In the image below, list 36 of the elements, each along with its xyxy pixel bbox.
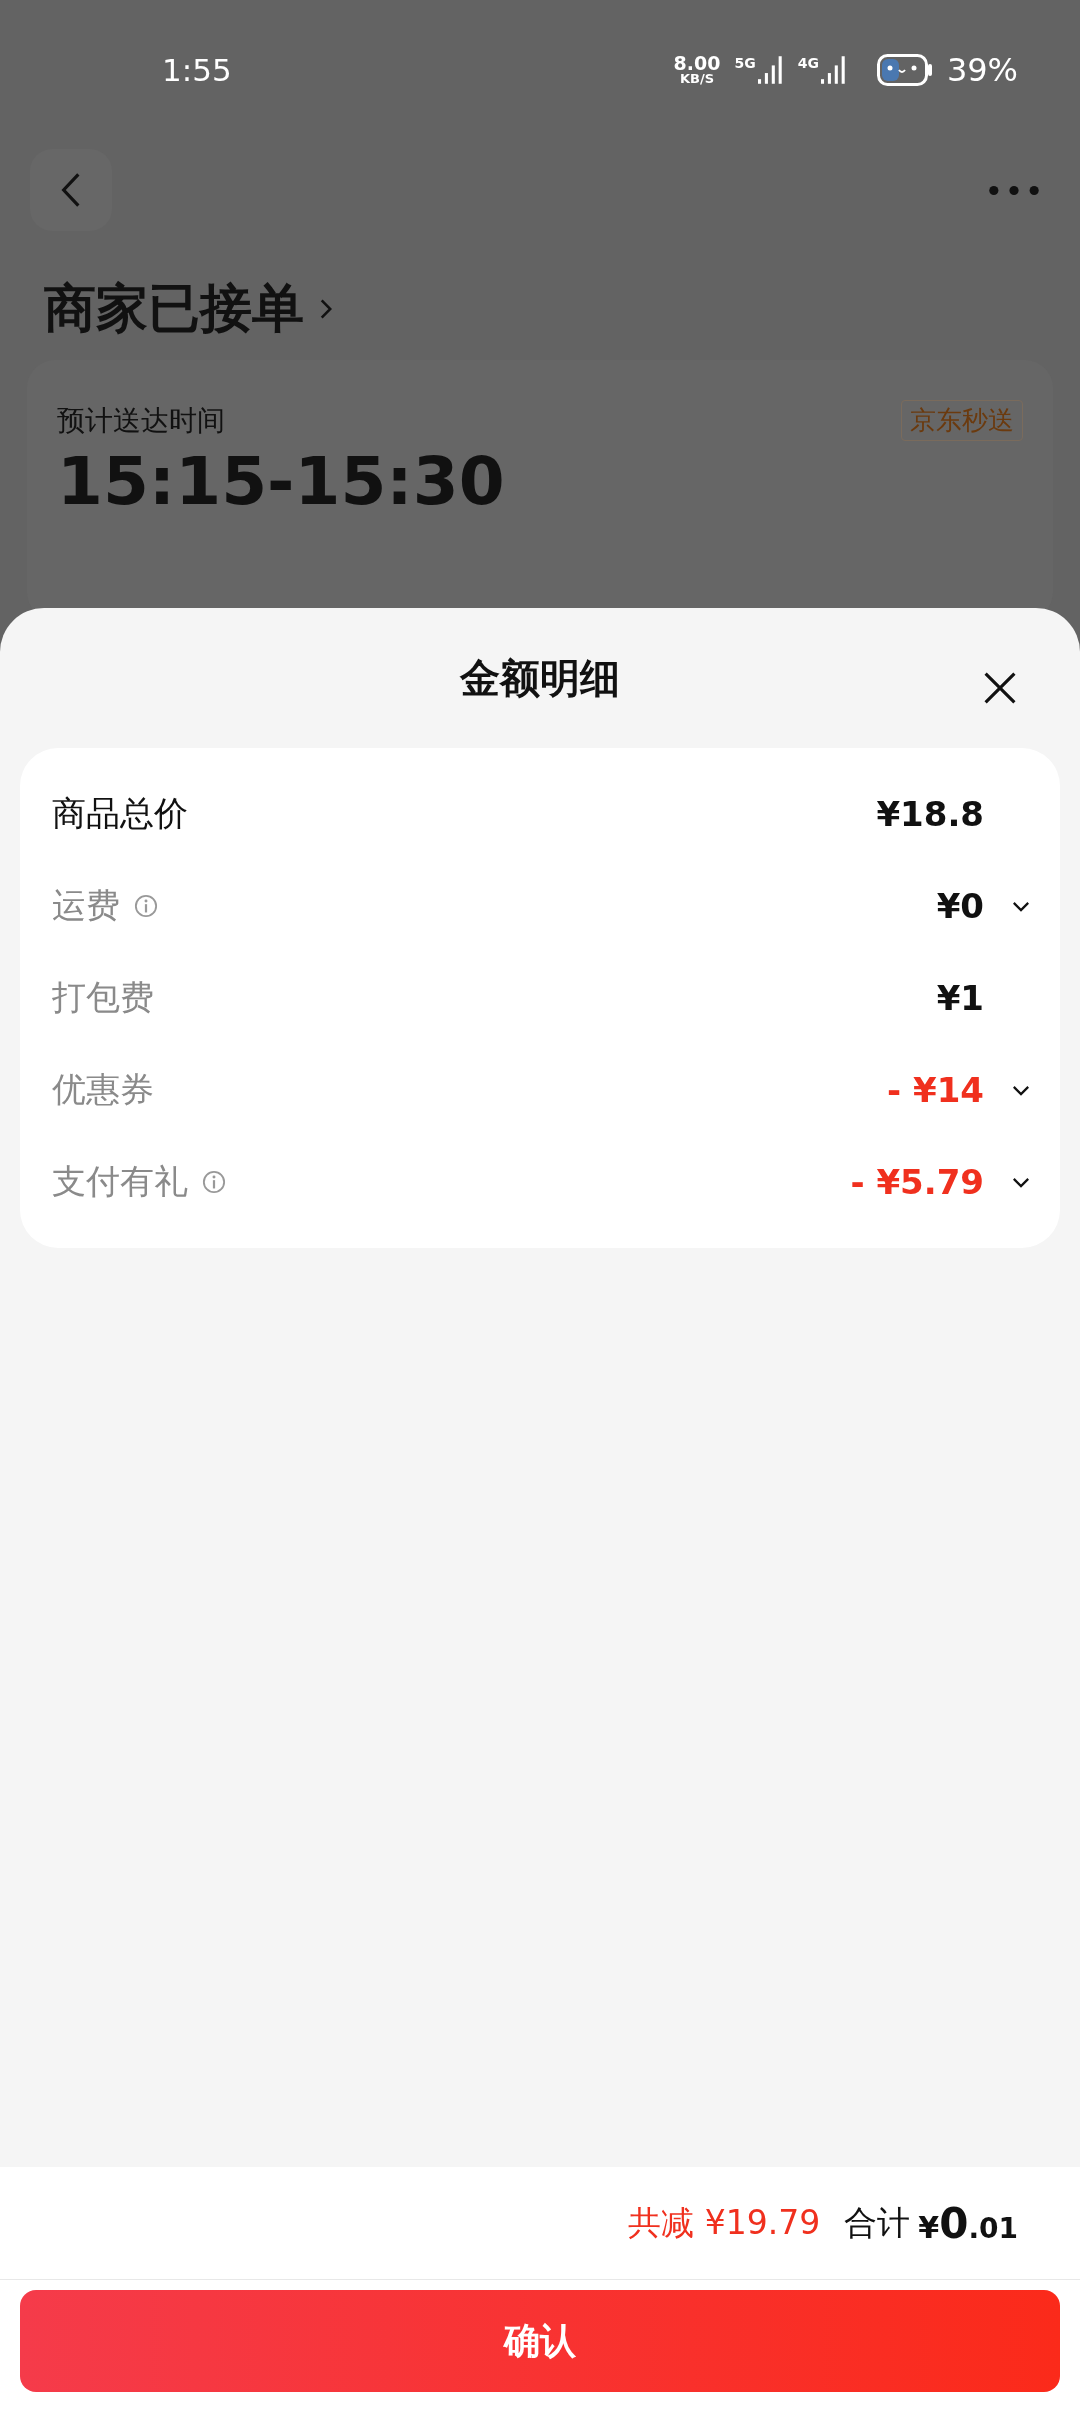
fee-amount: ¥18.8 <box>876 794 984 834</box>
chevron-right-icon <box>320 298 332 320</box>
network-type: 5G <box>734 55 756 71</box>
delivery-time: 15:15-15:30 <box>57 443 506 520</box>
more-icon[interactable] <box>988 184 1040 196</box>
confirm-button[interactable]: 确认 <box>20 2290 1060 2392</box>
chevron-down-icon[interactable] <box>1012 900 1030 912</box>
fee-label: 商品总价 <box>52 792 188 835</box>
battery-icon <box>876 54 933 86</box>
network-type: 4G <box>797 55 819 71</box>
chevron-down-icon[interactable] <box>1012 1084 1030 1096</box>
close-icon[interactable] <box>982 670 1018 706</box>
fee-label: 打包费 <box>52 976 154 1019</box>
fee-amount: - ¥14 <box>887 1070 984 1110</box>
total-savings: 共减 ¥19.79 <box>628 2201 821 2244</box>
total-amount: ¥0.01 <box>918 2198 1018 2248</box>
info-icon[interactable] <box>202 1170 226 1194</box>
fee-label: 运费 <box>52 884 120 927</box>
network-speed: 8.00 KB/S <box>673 54 721 86</box>
fee-amount: ¥1 <box>936 978 984 1018</box>
fee-amount: - ¥5.79 <box>850 1162 984 1202</box>
fee-amount: ¥0 <box>936 886 984 926</box>
battery-level: 39% <box>946 51 1018 89</box>
delivery-label: 预计送达时间 <box>57 402 225 439</box>
signal-icon <box>757 55 784 85</box>
fee-label: 优惠券 <box>52 1068 154 1111</box>
status-time: 1:55 <box>162 52 232 88</box>
total-label: 合计 <box>844 2201 911 2244</box>
order-status-title[interactable]: 商家已接单 <box>44 274 304 344</box>
back-icon <box>60 171 82 209</box>
info-icon[interactable] <box>134 894 158 918</box>
signal-icon <box>820 55 847 85</box>
fee-label: 支付有礼 <box>52 1160 188 1203</box>
service-tag: 京东秒送 <box>901 400 1023 441</box>
sheet-title: 金额明细 <box>460 653 620 703</box>
chevron-down-icon[interactable] <box>1012 1176 1030 1188</box>
